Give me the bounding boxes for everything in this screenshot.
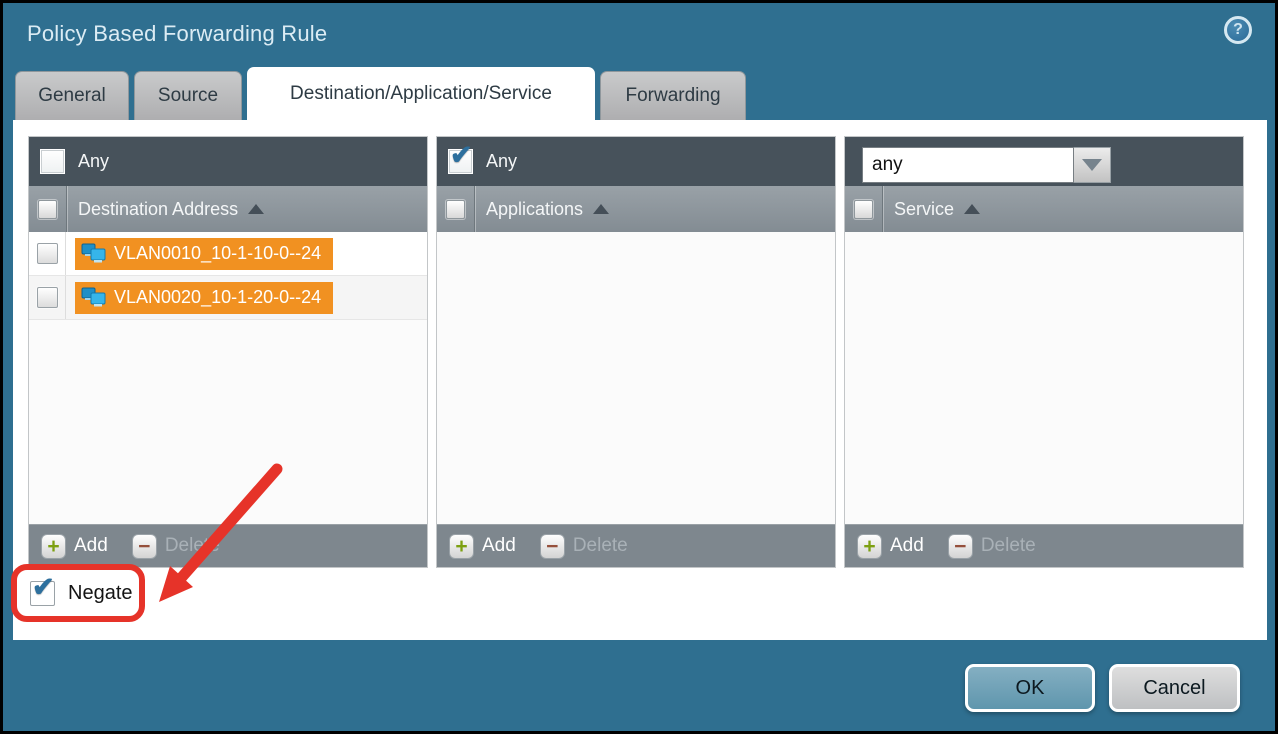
delete-label: Delete [981, 535, 1036, 557]
delete-button[interactable]: − Delete [540, 534, 628, 559]
add-label: Add [890, 535, 924, 557]
applications-column-header[interactable]: Applications [437, 186, 835, 232]
add-button[interactable]: + Add [449, 534, 516, 559]
pbf-rule-dialog: Policy Based Forwarding Rule ? General S… [3, 3, 1275, 731]
delete-icon: − [540, 534, 565, 559]
network-icon [81, 243, 107, 265]
checkmark-icon: ✔ [32, 574, 55, 601]
dialog-title: Policy Based Forwarding Rule [27, 21, 327, 47]
service-toolbar: + Add − Delete [845, 524, 1243, 567]
address-object-chip[interactable]: VLAN0020_10-1-20-0--24 [75, 282, 333, 314]
delete-button[interactable]: − Delete [132, 534, 220, 559]
service-dropdown-header: any [845, 137, 1243, 186]
applications-select-all-checkbox[interactable] [446, 200, 465, 219]
destination-column-header[interactable]: Destination Address [29, 186, 427, 232]
service-select-all-checkbox[interactable] [854, 200, 873, 219]
destination-any-label: Any [78, 151, 109, 172]
add-label: Add [74, 535, 108, 557]
cancel-button[interactable]: Cancel [1109, 664, 1240, 712]
sort-asc-icon [593, 204, 609, 214]
table-row[interactable]: VLAN0020_10-1-20-0--24 [29, 276, 427, 320]
add-button[interactable]: + Add [857, 534, 924, 559]
network-icon [81, 287, 107, 309]
service-column-header[interactable]: Service [845, 186, 1243, 232]
tab-content: Any Destination Address [13, 120, 1267, 640]
destination-column-label: Destination Address [78, 199, 238, 220]
table-row[interactable]: VLAN0010_10-1-10-0--24 [29, 232, 427, 276]
panels-container: Any Destination Address [28, 136, 1244, 568]
title-bar: Policy Based Forwarding Rule ? [3, 3, 1275, 65]
service-dropdown-button[interactable] [1074, 147, 1111, 183]
delete-icon: − [132, 534, 157, 559]
applications-list [437, 232, 835, 524]
applications-panel: ✔ Any Applications + Add [436, 136, 836, 568]
destination-address-panel: Any Destination Address [28, 136, 428, 568]
applications-any-label: Any [486, 151, 517, 172]
service-dropdown[interactable]: any [862, 147, 1111, 183]
tab-forwarding[interactable]: Forwarding [600, 71, 746, 120]
tab-general[interactable]: General [15, 71, 129, 120]
add-icon: + [449, 534, 474, 559]
destination-any-header: Any [29, 137, 427, 186]
applications-any-header: ✔ Any [437, 137, 835, 186]
add-icon: + [41, 534, 66, 559]
negate-label: Negate [68, 582, 133, 605]
sort-asc-icon [248, 204, 264, 214]
help-glyph: ? [1233, 21, 1243, 39]
delete-icon: − [948, 534, 973, 559]
chevron-down-icon [1082, 159, 1102, 171]
destination-toolbar: + Add − Delete [29, 524, 427, 567]
delete-label: Delete [573, 535, 628, 557]
checkmark-icon: ✔ [450, 142, 473, 169]
destination-any-checkbox[interactable] [40, 149, 65, 174]
add-label: Add [482, 535, 516, 557]
ok-button[interactable]: OK [965, 664, 1095, 712]
column-divider [882, 186, 884, 232]
destination-list: VLAN0010_10-1-10-0--24 VLAN [29, 232, 427, 524]
column-divider [66, 186, 68, 232]
address-object-chip[interactable]: VLAN0010_10-1-10-0--24 [75, 238, 333, 270]
service-panel: any Service + Add [844, 136, 1244, 568]
row-checkbox[interactable] [37, 243, 58, 264]
service-list [845, 232, 1243, 524]
add-icon: + [857, 534, 882, 559]
delete-label: Delete [165, 535, 220, 557]
service-column-label: Service [894, 199, 954, 220]
sort-asc-icon [964, 204, 980, 214]
destination-select-all-checkbox[interactable] [38, 200, 57, 219]
row-checkbox[interactable] [37, 287, 58, 308]
address-object-label: VLAN0020_10-1-20-0--24 [114, 287, 321, 308]
delete-button[interactable]: − Delete [948, 534, 1036, 559]
negate-checkbox[interactable]: ✔ [30, 581, 55, 606]
help-icon[interactable]: ? [1224, 16, 1252, 44]
applications-any-checkbox[interactable]: ✔ [448, 149, 473, 174]
tab-destination-application-service[interactable]: Destination/Application/Service [247, 67, 595, 120]
negate-row: ✔ Negate [30, 581, 133, 606]
tab-source[interactable]: Source [134, 71, 242, 120]
tab-bar: General Source Destination/Application/S… [15, 67, 746, 120]
address-object-label: VLAN0010_10-1-10-0--24 [114, 243, 321, 264]
service-dropdown-value[interactable]: any [862, 147, 1074, 183]
add-button[interactable]: + Add [41, 534, 108, 559]
applications-column-label: Applications [486, 199, 583, 220]
column-divider [474, 186, 476, 232]
applications-toolbar: + Add − Delete [437, 524, 835, 567]
